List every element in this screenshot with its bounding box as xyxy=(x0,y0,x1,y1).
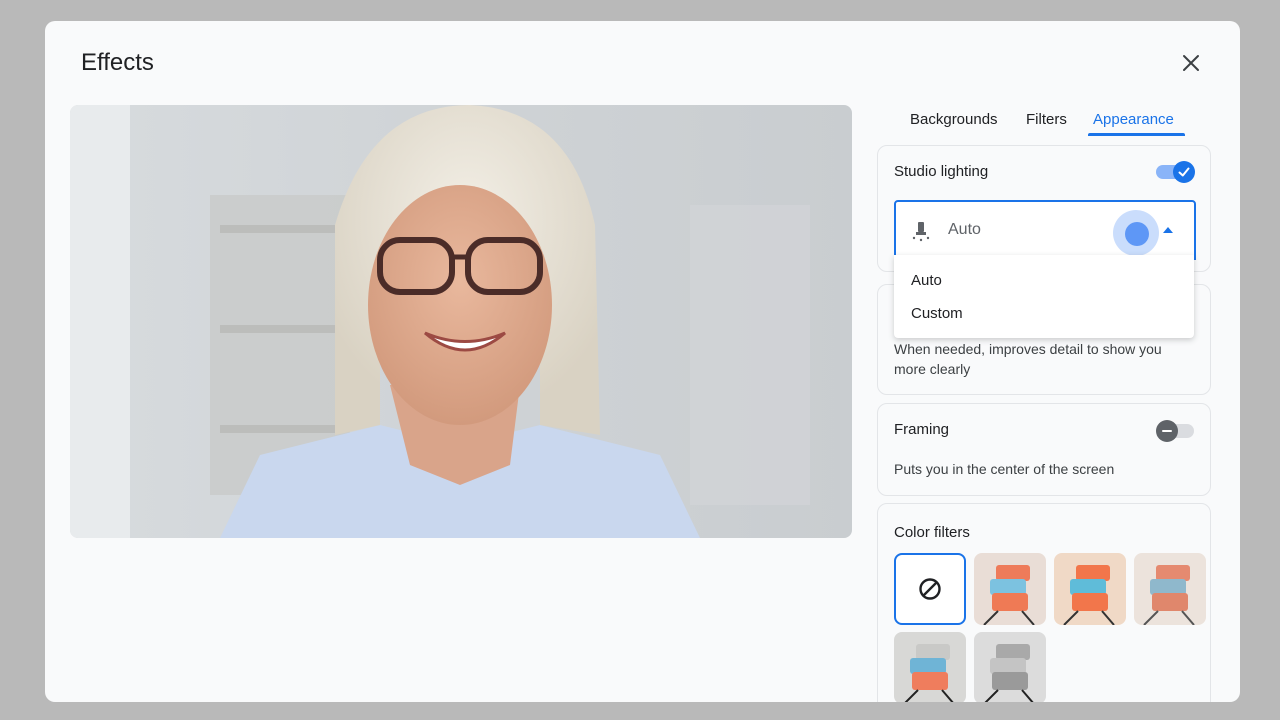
filter-none[interactable] xyxy=(894,553,966,625)
video-preview xyxy=(70,105,852,538)
effects-dialog: Effects Backgrounds Filters Appearance S… xyxy=(45,21,1240,702)
framing-card: Framing Puts you in the center of the sc… xyxy=(877,403,1211,496)
filter-thumbnail[interactable] xyxy=(1134,553,1206,625)
close-button[interactable] xyxy=(1178,50,1204,76)
close-icon xyxy=(1183,55,1199,71)
toggle-knob xyxy=(1173,161,1195,183)
click-indicator xyxy=(1125,222,1149,246)
framing-toggle[interactable] xyxy=(1156,419,1196,443)
lighting-dropdown-menu: Auto Custom xyxy=(894,255,1194,338)
filter-thumbnail[interactable] xyxy=(894,632,966,702)
minus-icon xyxy=(1162,430,1172,432)
menu-item-auto[interactable]: Auto xyxy=(911,272,942,289)
cups-image xyxy=(894,632,966,702)
framing-description: Puts you in the center of the screen xyxy=(894,461,1115,477)
tab-filters[interactable]: Filters xyxy=(1026,111,1067,128)
tab-appearance[interactable]: Appearance xyxy=(1093,111,1174,128)
no-filter-icon xyxy=(919,578,941,600)
color-filters-title: Color filters xyxy=(894,524,970,541)
framing-title: Framing xyxy=(894,421,950,438)
cups-image xyxy=(974,632,1046,702)
cups-image xyxy=(1054,553,1126,625)
menu-item-custom[interactable]: Custom xyxy=(911,305,963,322)
cups-image xyxy=(1134,553,1206,625)
active-tab-indicator xyxy=(1088,133,1185,136)
lamp-icon xyxy=(912,222,930,242)
select-value: Auto xyxy=(948,221,981,238)
studio-look-description: When needed, improves detail to show you… xyxy=(894,341,1162,377)
studio-lighting-select[interactable]: Auto xyxy=(894,200,1196,260)
dialog-title: Effects xyxy=(81,49,154,76)
studio-lighting-toggle[interactable] xyxy=(1156,160,1196,184)
studio-lighting-title: Studio lighting xyxy=(894,163,989,180)
tab-backgrounds[interactable]: Backgrounds xyxy=(910,111,998,128)
filter-thumbnail[interactable] xyxy=(1054,553,1126,625)
filter-thumbnail[interactable] xyxy=(974,632,1046,702)
studio-lighting-card: Studio lighting Auto xyxy=(877,145,1211,272)
caret-up-icon xyxy=(1163,227,1173,233)
toggle-knob xyxy=(1156,420,1178,442)
filter-thumbnail[interactable] xyxy=(974,553,1046,625)
camera-feed-image xyxy=(70,105,852,538)
cups-image xyxy=(974,553,1046,625)
color-filters-card: Color filters xyxy=(877,503,1211,702)
check-icon xyxy=(1178,167,1190,177)
